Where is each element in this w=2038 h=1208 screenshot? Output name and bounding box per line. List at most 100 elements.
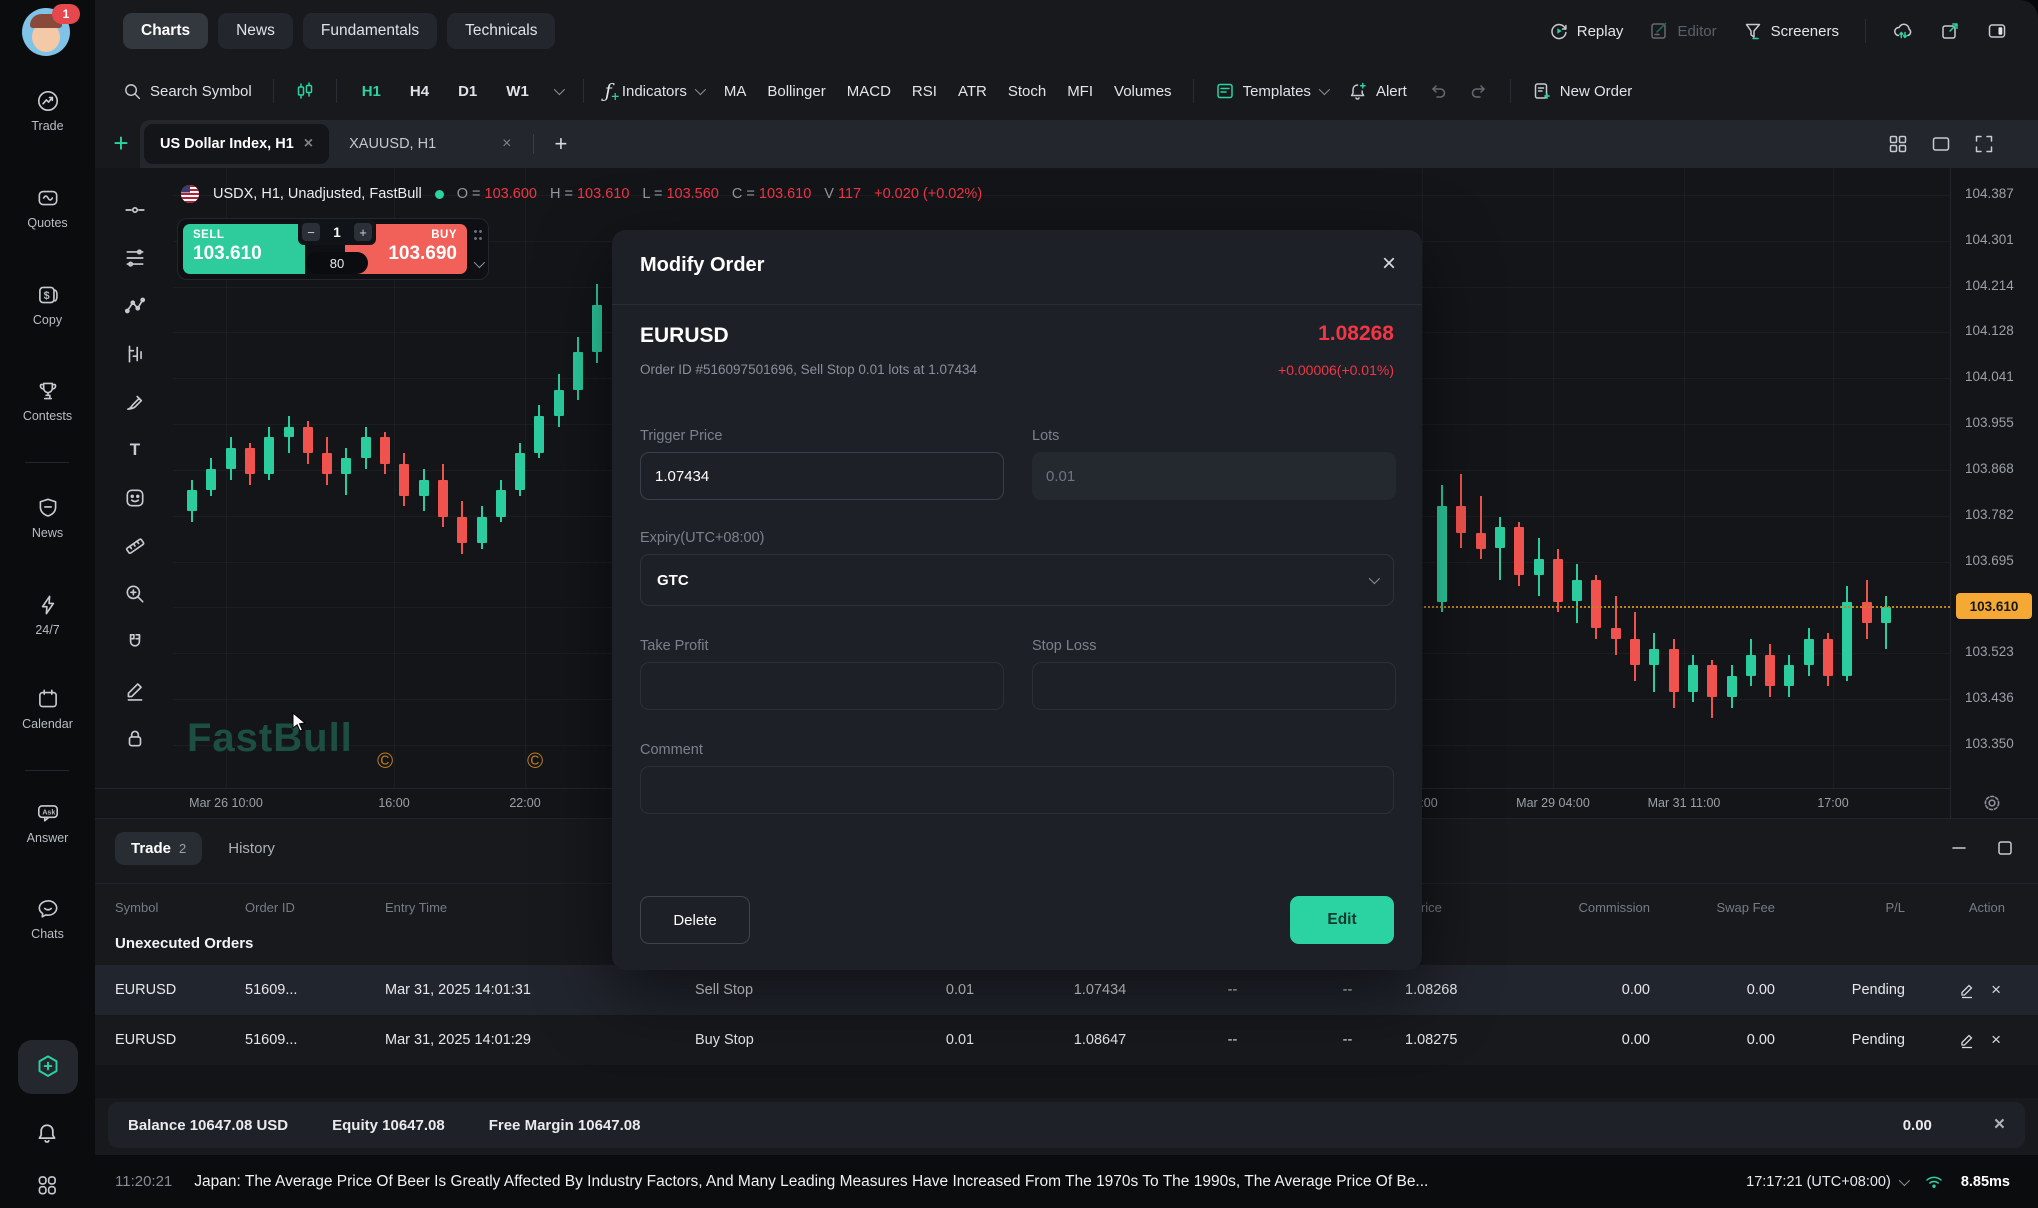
indicator-macd[interactable]: MACD (847, 83, 891, 100)
close-summary-icon[interactable]: × (1994, 1114, 2005, 1136)
indicators-button[interactable]: ƒ+ Indicators (605, 80, 703, 102)
price-tick: 103.436 (1965, 690, 2014, 705)
indicator-rsi[interactable]: RSI (912, 83, 937, 100)
qty-plus-button[interactable]: + (354, 223, 372, 241)
toggle-right-panel-button[interactable] (1986, 21, 2008, 41)
vip-hexagon-button[interactable] (18, 1040, 78, 1094)
axis-settings-gear-icon[interactable] (1981, 792, 2003, 814)
column-header: Swap Fee (1650, 900, 1775, 915)
candle-body (1514, 527, 1524, 575)
cancel-order-icon[interactable]: × (1991, 980, 2001, 1000)
maximize-panel-button[interactable] (1996, 839, 2014, 857)
widget-collapse-chevron-icon[interactable] (474, 257, 485, 268)
fullscreen-button[interactable] (1974, 134, 1994, 154)
alert-button[interactable]: Alert (1348, 81, 1407, 101)
sidebar-item-copy[interactable]: $ Copy (0, 282, 95, 327)
lots-field[interactable] (1032, 452, 1396, 500)
editor-button[interactable]: Editor (1649, 21, 1716, 41)
close-tab-icon[interactable]: × (502, 135, 511, 153)
chart-tab-xauusd[interactable]: XAUUSD, H1 × (333, 124, 527, 164)
avatar[interactable]: 1 (22, 8, 74, 60)
indicator-mfi[interactable]: MFI (1067, 83, 1093, 100)
cancel-order-icon[interactable]: × (1991, 1030, 2001, 1050)
chart-type-button[interactable] (295, 81, 315, 101)
templates-button[interactable]: Templates (1215, 81, 1327, 101)
sell-button[interactable]: SELL 103.610 (183, 224, 305, 274)
ask-bubble-icon: Ask (35, 800, 61, 826)
redo-button[interactable] (1469, 81, 1489, 101)
candle-body (399, 464, 409, 496)
table-cell: 1.08647 (1025, 1032, 1175, 1048)
single-panel-button[interactable] (1930, 134, 1952, 154)
copy-trading-icon: $ (35, 282, 61, 308)
news-headline[interactable]: Japan: The Average Price Of Beer Is Grea… (194, 1173, 1428, 1191)
server-clock[interactable]: 17:17:21 (UTC+08:00) (1746, 1174, 1907, 1190)
apps-grid-button[interactable] (34, 1172, 60, 1198)
undo-button[interactable] (1428, 81, 1448, 101)
comment-field[interactable] (640, 766, 1394, 814)
indicator-stoch[interactable]: Stoch (1008, 83, 1046, 100)
stop-loss-field[interactable] (1032, 662, 1396, 710)
sidebar-item-calendar[interactable]: Calendar (0, 686, 95, 731)
timeframe-d1[interactable]: D1 (454, 83, 481, 100)
indicator-volumes[interactable]: Volumes (1114, 83, 1172, 100)
fastbull-app: 1 Trade Quotes $ Copy Contests News 24/7 (0, 0, 2038, 1208)
fx-icon: ƒ+ (605, 80, 612, 102)
minimize-panel-button[interactable] (1950, 839, 1968, 857)
qty-minus-button[interactable]: − (302, 223, 320, 241)
chart-tab-usdx[interactable]: US Dollar Index, H1 × (144, 124, 329, 164)
cloud-sync-button[interactable] (1892, 20, 1914, 42)
table-row[interactable]: EURUSD51609...Mar 31, 2025 14:01:29Buy S… (95, 1015, 2038, 1065)
sidebar-item-news[interactable]: News (0, 495, 95, 540)
edit-button[interactable]: Edit (1290, 896, 1394, 944)
candle-body (206, 469, 216, 490)
timeframe-h4[interactable]: H4 (406, 83, 433, 100)
candle-body (361, 437, 371, 458)
price-axis[interactable]: 104.387104.301104.214104.128104.041103.9… (1950, 168, 2038, 818)
close-tab-icon[interactable]: × (304, 135, 313, 153)
sidebar-item-trade[interactable]: Trade (0, 88, 95, 133)
open-external-button[interactable] (1940, 21, 1960, 41)
take-profit-field[interactable] (640, 662, 1004, 710)
nav-tab-news[interactable]: News (218, 13, 293, 49)
table-row[interactable]: EURUSD51609...Mar 31, 2025 14:01:31Sell … (95, 965, 2038, 1015)
sidebar-item-answer[interactable]: Ask Answer (0, 800, 95, 845)
nav-tab-fundamentals[interactable]: Fundamentals (303, 13, 437, 49)
edit-order-icon[interactable] (1959, 982, 1975, 999)
candle-body (554, 390, 564, 417)
screeners-button[interactable]: Screeners (1743, 21, 1839, 41)
sidebar-item-quotes[interactable]: Quotes (0, 185, 95, 230)
new-order-button[interactable]: New Order (1532, 81, 1633, 101)
timeframe-w1[interactable]: W1 (502, 83, 533, 100)
table-cell: EURUSD (115, 1032, 245, 1048)
timeframe-h1[interactable]: H1 (358, 83, 385, 100)
sidebar-item-contests[interactable]: Contests (0, 378, 95, 423)
modal-close-icon[interactable]: × (1382, 250, 1396, 278)
nav-tab-technicals[interactable]: Technicals (447, 13, 555, 49)
layout-grid-button[interactable] (1888, 134, 1908, 154)
indicator-ma[interactable]: MA (724, 83, 747, 100)
indicator-atr[interactable]: ATR (958, 83, 987, 100)
edit-order-icon[interactable] (1959, 1032, 1975, 1049)
add-chart-button[interactable]: + (107, 130, 135, 158)
new-tab-button[interactable]: + (540, 131, 581, 157)
tab-trade[interactable]: Trade 2 (115, 832, 202, 865)
candle-body (1862, 602, 1872, 623)
candle-body (284, 427, 294, 438)
candle-body (592, 305, 602, 353)
bell-icon (33, 1120, 61, 1148)
symbol-search[interactable]: Search Symbol (123, 82, 252, 101)
notifications-bell-button[interactable] (33, 1120, 61, 1148)
replay-button[interactable]: Replay (1549, 21, 1624, 41)
delete-button[interactable]: Delete (640, 896, 750, 944)
expiry-select[interactable]: GTC (640, 554, 1394, 606)
indicator-bollinger[interactable]: Bollinger (767, 83, 825, 100)
sidebar-item-chats[interactable]: Chats (0, 896, 95, 941)
trigger-price-field[interactable] (640, 452, 1004, 500)
candle-wick (1499, 517, 1501, 581)
tab-history[interactable]: History (228, 840, 275, 857)
drag-handle-icon[interactable] (473, 228, 483, 242)
timeframe-dropdown-chevron-icon[interactable] (554, 84, 565, 95)
nav-tab-charts[interactable]: Charts (123, 13, 208, 49)
sidebar-item-247[interactable]: 24/7 (0, 592, 95, 637)
